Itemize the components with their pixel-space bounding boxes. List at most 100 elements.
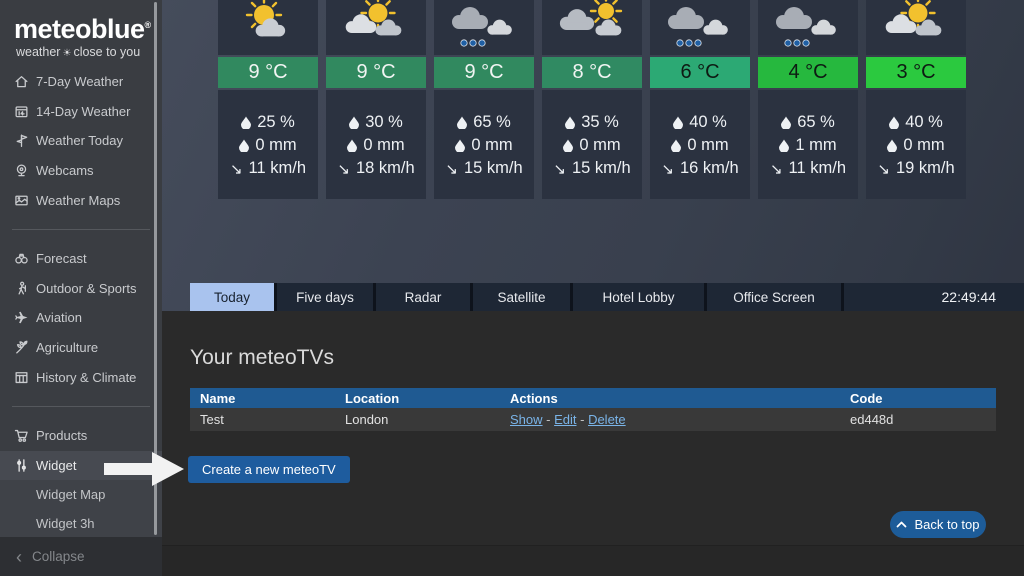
sidebar-divider xyxy=(12,229,150,230)
create-meteotv-button[interactable]: Create a new meteoTV xyxy=(188,456,350,483)
sidebar-subitem-widget-3h[interactable]: Widget 3h xyxy=(0,509,162,538)
sun-icon: ☀ xyxy=(60,48,73,59)
action-link-show[interactable]: Show xyxy=(510,412,543,427)
clouds-sun-peek-icon xyxy=(542,0,642,55)
meteoblue-app: meteoblue® weather☀close to you 7-Day We… xyxy=(0,0,1024,576)
sidebar-item-webcams[interactable]: Webcams xyxy=(0,156,162,186)
sidebar-item-label: Outdoor & Sports xyxy=(36,281,136,296)
map-icon xyxy=(14,193,36,208)
droplet-icon xyxy=(889,116,899,129)
droplet-icon xyxy=(239,139,249,152)
sidebar-item-label: 7-Day Weather xyxy=(36,74,123,89)
sidebar-item-weather-today[interactable]: Weather Today xyxy=(0,126,162,156)
weather-card: 3 °C40 %0 mm↘19 km/h xyxy=(866,0,966,199)
table-row: TestLondonShow - Edit - Deleteed448d xyxy=(190,408,996,431)
tab-satellite[interactable]: Satellite xyxy=(473,283,570,311)
sidebar-item-label: History & Climate xyxy=(36,370,136,385)
sidebar-item-forecast[interactable]: Forecast xyxy=(0,244,162,274)
sidebar-item-14-day-weather[interactable]: 14-Day Weather xyxy=(0,97,162,127)
card-details: 65 %1 mm↘11 km/h xyxy=(758,90,858,199)
wind-row: ↘15 km/h xyxy=(553,159,630,178)
nav-primary: 7-Day Weather 14-Day Weather Weather Today… xyxy=(0,67,162,215)
cart-icon xyxy=(14,428,36,443)
wind-row: ↘16 km/h xyxy=(661,159,738,178)
sidebar-item-agriculture[interactable]: Agriculture xyxy=(0,333,162,363)
page-title: Your meteoTVs xyxy=(190,346,334,370)
binoculars-icon xyxy=(14,251,36,266)
humidity-row: 35 % xyxy=(565,113,619,132)
sidebar-item-weather-maps[interactable]: Weather Maps xyxy=(0,185,162,215)
droplet-icon xyxy=(671,139,681,152)
action-link-edit[interactable]: Edit xyxy=(554,412,576,427)
logo-title: meteoblue® xyxy=(14,10,162,44)
logo[interactable]: meteoblue® weather☀close to you xyxy=(0,0,162,59)
droplet-icon xyxy=(565,116,575,129)
tab-radar[interactable]: Radar xyxy=(376,283,470,311)
card-details: 35 %0 mm↘15 km/h xyxy=(542,90,642,199)
wind-row: ↘19 km/h xyxy=(877,159,954,178)
column-header-location: Location xyxy=(335,391,500,406)
sidebar-item-outdoor-sports[interactable]: Outdoor & Sports xyxy=(0,274,162,304)
humidity-row: 40 % xyxy=(673,113,727,132)
preview-tab-bar: TodayFive daysRadarSatelliteHotel LobbyO… xyxy=(190,283,1024,311)
registered-mark: ® xyxy=(145,20,151,30)
temperature-badge: 9 °C xyxy=(218,57,318,88)
cell-name: Test xyxy=(190,412,335,427)
card-details: 25 % 0 mm ↘11 km/h xyxy=(218,90,318,199)
clock-display: 22:49:44 xyxy=(844,283,1024,311)
hiker-icon xyxy=(14,281,36,296)
humidity-row: 40 % xyxy=(889,113,943,132)
sidebar: meteoblue® weather☀close to you 7-Day We… xyxy=(0,0,162,576)
temperature-badge: 8 °C xyxy=(542,57,642,88)
table-body: TestLondonShow - Edit - Deleteed448d xyxy=(190,408,996,431)
droplet-icon xyxy=(455,139,465,152)
weather-card: 9 °C65 %0 mm↘15 km/h xyxy=(434,0,534,199)
humidity-row: 65 % xyxy=(781,113,835,132)
sidebar-item-label: Products xyxy=(36,428,87,443)
tab-office-screen[interactable]: Office Screen xyxy=(707,283,841,311)
sidebar-item-aviation[interactable]: Aviation xyxy=(0,303,162,333)
sidebar-item-label: Weather Maps xyxy=(36,193,120,208)
card-details: 30 %0 mm↘18 km/h xyxy=(326,90,426,199)
back-to-top-button[interactable]: Back to top xyxy=(890,511,986,538)
sidebar-collapse-button[interactable]: ‹ Collapse xyxy=(0,537,162,576)
wind-row: ↘15 km/h xyxy=(445,159,522,178)
droplet-icon xyxy=(241,116,251,129)
wind-direction-icon: ↘ xyxy=(770,160,783,178)
nav-products: Products xyxy=(0,421,162,451)
droplet-icon xyxy=(563,139,573,152)
tab-five-days[interactable]: Five days xyxy=(277,283,373,311)
rain-two-clouds-icon xyxy=(650,0,750,55)
temperature-badge: 9 °C xyxy=(434,57,534,88)
sidebar-item-label: Widget xyxy=(36,458,76,473)
table-chart-icon xyxy=(14,370,36,385)
droplet-icon xyxy=(349,116,359,129)
chevron-left-icon: ‹ xyxy=(16,551,22,563)
weather-card: 6 °C40 %0 mm↘16 km/h xyxy=(650,0,750,199)
wind-row: ↘11 km/h xyxy=(230,159,306,178)
sidebar-item-products[interactable]: Products xyxy=(0,421,162,451)
sidebar-item-label: 14-Day Weather xyxy=(36,104,130,119)
meteotv-table: NameLocationActionsCode TestLondonShow -… xyxy=(190,388,996,431)
plane-icon xyxy=(14,310,36,325)
tab-hotel-lobby[interactable]: Hotel Lobby xyxy=(573,283,704,311)
wind-direction-icon: ↘ xyxy=(553,160,566,178)
action-link-delete[interactable]: Delete xyxy=(588,412,626,427)
droplet-icon xyxy=(781,116,791,129)
wind-direction-icon: ↘ xyxy=(230,160,243,178)
rain-two-clouds-icon xyxy=(434,0,534,55)
cell-code: ed448d xyxy=(840,412,996,427)
precipitation-row: 0 mm xyxy=(455,136,512,155)
action-separator: - xyxy=(577,412,589,427)
temperature-badge: 9 °C xyxy=(326,57,426,88)
tab-today[interactable]: Today xyxy=(190,283,274,311)
sidebar-item-label: Forecast xyxy=(36,251,87,266)
weather-card: 4 °C65 %1 mm↘11 km/h xyxy=(758,0,858,199)
sidebar-item-history-climate[interactable]: History & Climate xyxy=(0,362,162,392)
sidebar-item-7-day-weather[interactable]: 7-Day Weather xyxy=(0,67,162,97)
humidity-row: 25 % xyxy=(241,113,295,132)
column-header-code: Code xyxy=(840,391,996,406)
sun-two-clouds-icon xyxy=(866,0,966,55)
cell-actions: Show - Edit - Delete xyxy=(500,412,840,427)
precipitation-row: 0 mm xyxy=(239,136,296,155)
